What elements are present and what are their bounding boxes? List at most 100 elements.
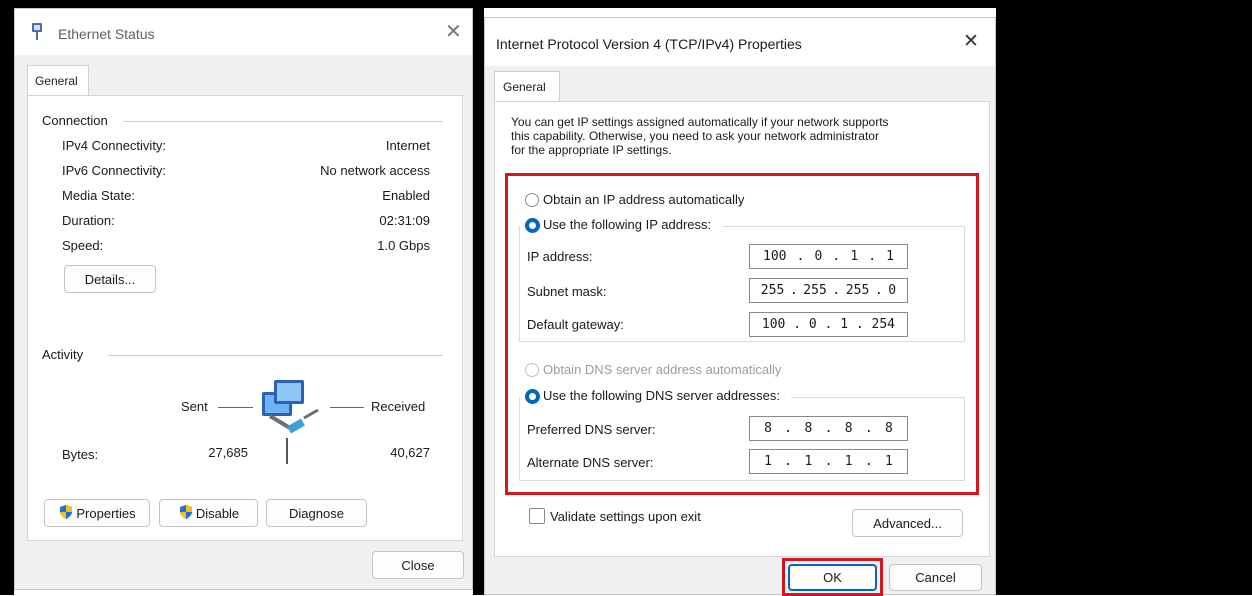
properties-button[interactable]: Properties [44, 499, 150, 527]
tab-general[interactable]: General [494, 71, 560, 102]
subnet-mask-field[interactable]: 255. 255. 255. 0 [749, 278, 908, 303]
octet: 1 [840, 317, 849, 332]
tab-label: General [503, 80, 546, 94]
ethernet-status-window: Ethernet Status ✕ General Connection IPv… [14, 8, 473, 590]
sent-label: Sent [181, 399, 208, 414]
status-row-label: Media State: [62, 188, 135, 203]
validate-checkbox[interactable] [529, 508, 545, 524]
intro-line: for the appropriate IP settings. [511, 143, 672, 157]
octet: 8 [844, 421, 853, 436]
ip-group-top-line [723, 226, 965, 227]
status-row-value: No network access [320, 163, 430, 178]
octet: 1 [885, 454, 893, 469]
dot: . [824, 317, 833, 332]
ipv4-properties-window: Internet Protocol Version 4 (TCP/IPv4) P… [484, 17, 996, 596]
status-row-label: IPv4 Connectivity: [62, 138, 167, 153]
window-title: Internet Protocol Version 4 (TCP/IPv4) P… [496, 36, 802, 52]
default-gateway-label: Default gateway: [527, 317, 624, 332]
diagnose-button[interactable]: Diagnose [266, 499, 367, 527]
status-row-label: Speed: [62, 238, 104, 253]
dot: . [864, 454, 873, 469]
octet: 1 [764, 454, 772, 469]
tab-general[interactable]: General [27, 65, 89, 96]
subnet-mask-label: Subnet mask: [527, 284, 607, 299]
dot: . [864, 421, 873, 436]
ok-button[interactable]: OK [788, 564, 877, 591]
activity-group-label: Activity [42, 347, 84, 362]
close-button[interactable]: Close [372, 551, 464, 579]
alternate-dns-field[interactable]: 1. 1. 1. 1 [749, 449, 908, 474]
dot: . [793, 317, 802, 332]
bytes-received-value: 40,627 [390, 445, 430, 460]
status-row-value: Enabled [382, 188, 430, 203]
status-row-label: Duration: [62, 213, 115, 228]
disable-button-label: Disable [195, 505, 240, 521]
close-icon[interactable]: ✕ [963, 30, 979, 53]
dot: . [784, 454, 793, 469]
bytes-sent-value: 27,685 [208, 445, 248, 460]
diagnose-button-label: Diagnose [289, 505, 344, 521]
dot: . [832, 249, 841, 264]
obtain-dns-auto-radio[interactable] [525, 363, 539, 377]
cancel-button-label: Cancel [915, 570, 956, 585]
background-gap [473, 0, 484, 595]
dot: . [855, 317, 864, 332]
octet: 8 [804, 421, 813, 436]
dot: . [874, 283, 883, 298]
intro-text: You can get IP settings assigned automat… [511, 115, 889, 157]
octet: 0 [814, 249, 823, 264]
octet: 100 [763, 249, 787, 264]
received-label: Received [371, 399, 426, 414]
default-gateway-field[interactable]: 100. 0. 1. 254 [749, 312, 908, 337]
ip-address-field[interactable]: 100. 0. 1. 1 [749, 244, 908, 269]
dns-group-top-line [791, 397, 965, 398]
connection-group-label: Connection [42, 113, 108, 128]
received-line [330, 407, 364, 408]
ok-button-label: OK [823, 570, 842, 585]
dot: . [868, 249, 877, 264]
ipv4-titlebar: Internet Protocol Version 4 (TCP/IPv4) P… [485, 18, 995, 66]
advanced-button-label: Advanced... [873, 515, 942, 531]
dot: . [789, 283, 798, 298]
shield-icon [58, 504, 74, 523]
status-row-label: IPv6 Connectivity: [62, 163, 167, 178]
network-adapter-icon [31, 23, 43, 44]
obtain-dns-auto-label[interactable]: Obtain DNS server address automatically [543, 362, 781, 377]
ip-address-label: IP address: [527, 249, 593, 264]
octet: 1 [850, 249, 859, 264]
octet: 8 [764, 421, 772, 436]
status-row-value: Internet [385, 138, 430, 153]
preferred-dns-field[interactable]: 8. 8. 8. 8 [749, 416, 908, 441]
octet: 8 [885, 421, 893, 436]
close-icon[interactable]: ✕ [445, 19, 462, 44]
obtain-ip-auto-radio[interactable] [525, 193, 539, 207]
octet: 1 [886, 249, 894, 264]
background-right-area [996, 0, 1252, 595]
background-left-edge [0, 0, 14, 595]
bytes-label: Bytes: [62, 447, 99, 462]
octet: 255 [845, 283, 870, 298]
octet: 255 [760, 283, 785, 298]
octet: 1 [804, 454, 813, 469]
intro-line: this capability. Otherwise, you need to … [511, 129, 879, 143]
network-computers-icon [260, 378, 322, 437]
shield-icon [178, 504, 194, 523]
dot: . [832, 283, 841, 298]
octet: 0 [808, 317, 817, 332]
cancel-button[interactable]: Cancel [889, 564, 982, 591]
obtain-ip-auto-label[interactable]: Obtain an IP address automatically [543, 192, 744, 207]
preferred-dns-label: Preferred DNS server: [527, 422, 656, 437]
octet: 100 [761, 317, 786, 332]
tab-label: General [35, 74, 78, 88]
dot: . [784, 421, 793, 436]
dot: . [796, 249, 805, 264]
details-button[interactable]: Details... [64, 265, 156, 293]
octet: 254 [871, 317, 895, 332]
octet: 0 [888, 283, 897, 298]
disable-button[interactable]: Disable [159, 499, 258, 527]
advanced-button[interactable]: Advanced... [852, 509, 963, 537]
properties-button-label: Properties [76, 505, 136, 521]
connection-divider [123, 121, 443, 122]
intro-line: You can get IP settings assigned automat… [511, 115, 889, 129]
validate-label[interactable]: Validate settings upon exit [550, 509, 701, 524]
